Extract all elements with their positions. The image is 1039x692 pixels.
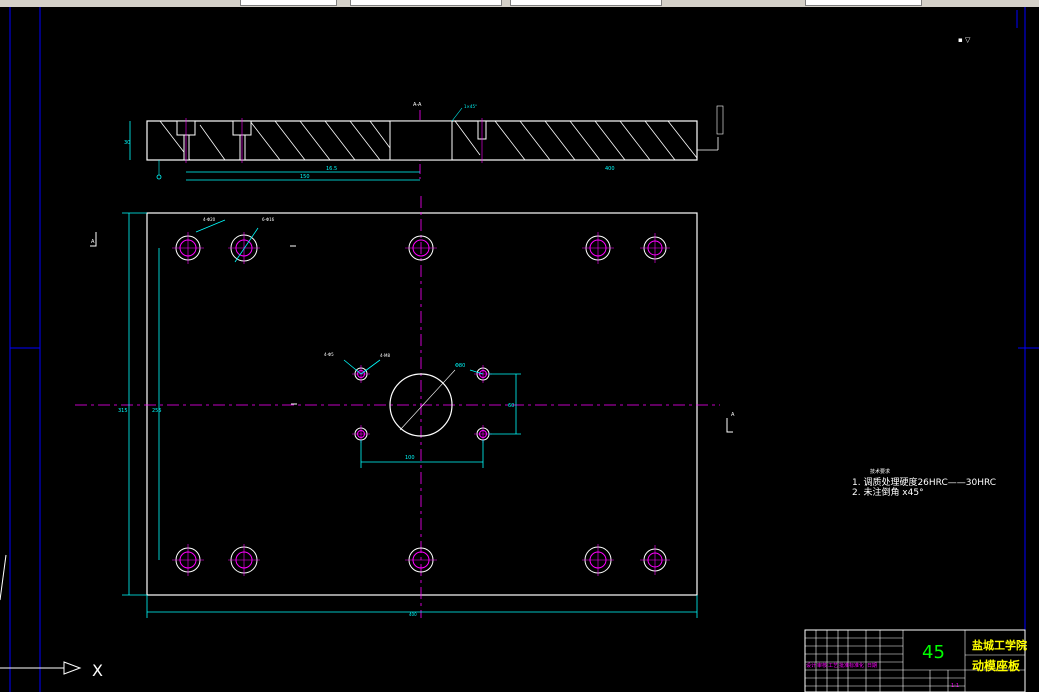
dim-height-255: 255 [152, 408, 162, 414]
lineweight-dropdown[interactable] [510, 0, 662, 6]
center-bore: Φ80 [389, 363, 465, 437]
section-view: A-A 30 16.5 150 400 1×45° [124, 102, 724, 182]
notes-heading: 技术要求 [870, 468, 890, 475]
technical-notes: 技术要求 1. 调质处理硬度26HRC——30HRC 2. 未注倒角 x45° [852, 468, 996, 498]
layer-dropdown[interactable] [240, 0, 337, 6]
ucs-x-label: X [92, 661, 103, 680]
row-label-6: 日期 [867, 663, 877, 669]
note-holes-top-b: 6-Φ16 [262, 217, 275, 222]
linetype-dropdown[interactable] [350, 0, 502, 6]
notes-line-2: 2. 未注倒角 x45° [852, 486, 924, 498]
row-label-5: 标准化 [849, 662, 864, 669]
section-mark-left: A [91, 239, 95, 245]
drawing-frame [9, 7, 1039, 692]
dim-width-100: 100 [405, 455, 415, 461]
section-markers [90, 232, 733, 433]
dim-total-len: 400 [605, 166, 615, 172]
dim-v-60: 60 [508, 403, 514, 409]
dim-height-315: 315 [118, 408, 128, 414]
surface-finish-mark: ▪ ▽ [958, 36, 971, 44]
section-label: A-A [413, 102, 422, 108]
dim-bore: Φ80 [455, 363, 465, 369]
dim-span-150: 150 [300, 174, 310, 180]
row-label-4: 批准 [839, 662, 849, 669]
row-label-2: 审核 [817, 662, 827, 669]
dim-chamfer: 1×45° [464, 104, 477, 109]
small-holes [352, 365, 492, 443]
plotstyle-dropdown[interactable] [805, 0, 922, 6]
note-holes-mid: 4-Φ5 [324, 352, 334, 357]
title-part-name: 动模座板 [972, 658, 1021, 673]
dim-bottom-width: 400 [409, 612, 417, 617]
title-scale: 1:1 [951, 683, 959, 689]
note-holes-top: 4-Φ20 [203, 217, 216, 222]
drawing-canvas[interactable]: ▪ ▽ A-A 30 16.5 150 400 1×45° Φ80 315 25… [0, 7, 1039, 692]
plan-view: Φ80 315 255 100 60 400 4-Φ20 6-Φ16 4-Φ5 … [75, 196, 735, 618]
title-block: 设计 审核 工艺 批准 标准化 日期 45 盐城工学院 动模座板 1:1 [804, 629, 1027, 692]
row-label-3: 工艺 [828, 663, 838, 669]
row-label-1: 设计 [806, 662, 816, 669]
note-holes-mid-b: 4-M8 [380, 353, 390, 358]
toolbar-strip [0, 0, 1039, 7]
title-material: 45 [922, 642, 945, 663]
section-mark-right: A [731, 412, 735, 418]
notes-line-1: 1. 调质处理硬度26HRC——30HRC [852, 476, 996, 488]
title-school: 盐城工学院 [972, 638, 1027, 652]
dim-thickness: 30 [124, 140, 130, 146]
dim-gap: 16.5 [326, 166, 337, 172]
